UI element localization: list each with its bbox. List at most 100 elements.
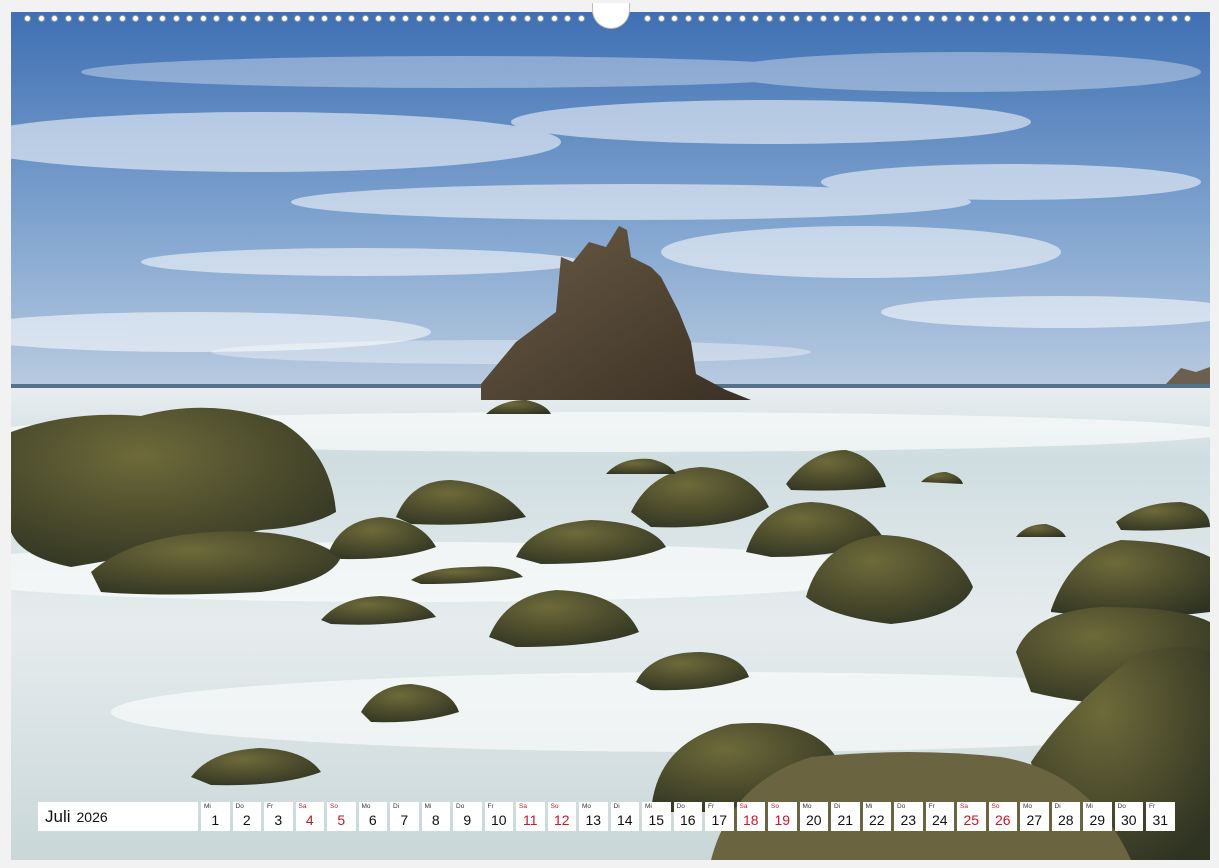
day-cell: Mi 22 <box>862 802 891 831</box>
day-number: 15 <box>648 812 665 828</box>
binding-hole <box>483 15 490 22</box>
binding-hole <box>954 15 962 22</box>
binding-hole <box>361 15 369 22</box>
day-cell: Do 2 <box>232 802 261 831</box>
weekday-label: Fr <box>928 803 935 810</box>
day-cell: Mi 15 <box>642 802 671 831</box>
binding-hole <box>1103 15 1110 22</box>
binding-hole <box>657 15 665 22</box>
day-cell: Mi 8 <box>421 802 450 831</box>
day-number: 24 <box>931 812 948 828</box>
day-number: 23 <box>900 812 917 828</box>
binding-hole <box>159 15 166 22</box>
binding-hole <box>1089 15 1097 22</box>
day-cell: Di 21 <box>831 802 860 831</box>
binding-hole <box>819 15 827 22</box>
binding-hole <box>348 15 355 22</box>
binding-hole <box>37 15 45 22</box>
day-number: 2 <box>242 812 251 828</box>
binding-hole <box>456 15 463 22</box>
binding-hole <box>671 15 678 22</box>
weekday-label: Do <box>897 803 906 810</box>
day-cell: Fr 31 <box>1146 802 1175 831</box>
weekday-label: Mi <box>204 803 211 810</box>
day-cell: Fr 3 <box>264 802 293 831</box>
day-number: 28 <box>1057 812 1074 828</box>
binding-hole <box>995 15 1002 22</box>
binding-hole <box>577 15 585 22</box>
day-number: 22 <box>868 812 885 828</box>
binding-hole <box>294 15 301 22</box>
day-number: 29 <box>1089 812 1106 828</box>
day-cell: So 12 <box>547 802 576 831</box>
binding-hole <box>132 15 139 22</box>
binding-hole <box>550 15 558 22</box>
day-cell: Mo 6 <box>358 802 387 831</box>
binding-hole <box>199 15 207 22</box>
binding-hole <box>1049 15 1056 22</box>
binding-hole <box>779 15 786 22</box>
day-number: 30 <box>1120 812 1137 828</box>
binding-hole <box>725 15 732 22</box>
binding-hole <box>833 15 840 22</box>
binding-hole <box>334 15 342 22</box>
day-cell: Mi 29 <box>1083 802 1112 831</box>
day-cell: Mo 20 <box>799 802 828 831</box>
day-number: 27 <box>1026 812 1043 828</box>
binding-hole <box>1076 15 1083 22</box>
binding-hole <box>91 15 99 22</box>
binding-hole <box>523 15 531 22</box>
binding-hole <box>981 15 989 22</box>
day-number: 13 <box>585 812 602 828</box>
day-cell: So 26 <box>988 802 1017 831</box>
binding-hole <box>321 15 328 22</box>
binding-hole <box>1170 15 1178 22</box>
binding-hole <box>307 15 315 22</box>
binding-hole <box>1157 15 1164 22</box>
day-cell: Di 7 <box>390 802 419 831</box>
weekday-label: Do <box>1117 803 1126 810</box>
binding-hole <box>537 15 544 22</box>
weekday-label: Mi <box>865 803 873 810</box>
binding-hole <box>105 15 112 22</box>
weekday-label: So <box>771 803 779 810</box>
weekday-label: Di <box>393 803 400 810</box>
day-cell: Fr 10 <box>484 802 513 831</box>
binding-hole <box>1035 15 1043 22</box>
binding-hole <box>402 15 409 22</box>
binding-hole <box>510 15 517 22</box>
weekday-label: So <box>991 803 1000 810</box>
binding-hole <box>280 15 288 22</box>
weekday-label: Di <box>834 803 841 810</box>
weekday-label: Do <box>235 803 244 810</box>
day-number: 25 <box>963 812 980 828</box>
binding-hole <box>213 15 220 22</box>
binding-hole <box>873 15 881 22</box>
binding-hole <box>738 15 746 22</box>
weekday-label: Di <box>1054 803 1061 810</box>
weekday-label: So <box>550 803 559 810</box>
day-number: 7 <box>400 812 409 828</box>
binding-hole <box>118 15 126 22</box>
calendar-page: Juli 2026 Mi 1 Do 2 Fr 3 Sa 4 So 5 Mo 6 Di 7 Mi 8 Do 9 Fr 1… <box>0 0 1219 868</box>
binding-hole <box>684 15 692 22</box>
binding-hole <box>375 15 382 22</box>
weekday-label: Fr <box>1149 803 1156 810</box>
weekday-label: Do <box>456 803 465 810</box>
day-number: 12 <box>553 812 570 828</box>
weekday-label: Fr <box>267 803 274 810</box>
day-number: 5 <box>337 812 346 828</box>
day-cell: Fr 17 <box>705 802 734 831</box>
day-cell: Fr 24 <box>925 802 954 831</box>
binding-hole <box>1116 15 1124 22</box>
weekday-label: Fr <box>708 803 715 810</box>
day-cell: So 5 <box>327 802 356 831</box>
weekday-label: Sa <box>739 803 748 810</box>
day-number: 14 <box>616 812 633 828</box>
binding-hole <box>927 15 935 22</box>
binding-hole <box>145 15 153 22</box>
month-label-box: Juli 2026 <box>38 802 198 831</box>
binding-hole <box>914 15 921 22</box>
year: 2026 <box>76 808 108 825</box>
weekday-label: Mo <box>802 803 812 810</box>
